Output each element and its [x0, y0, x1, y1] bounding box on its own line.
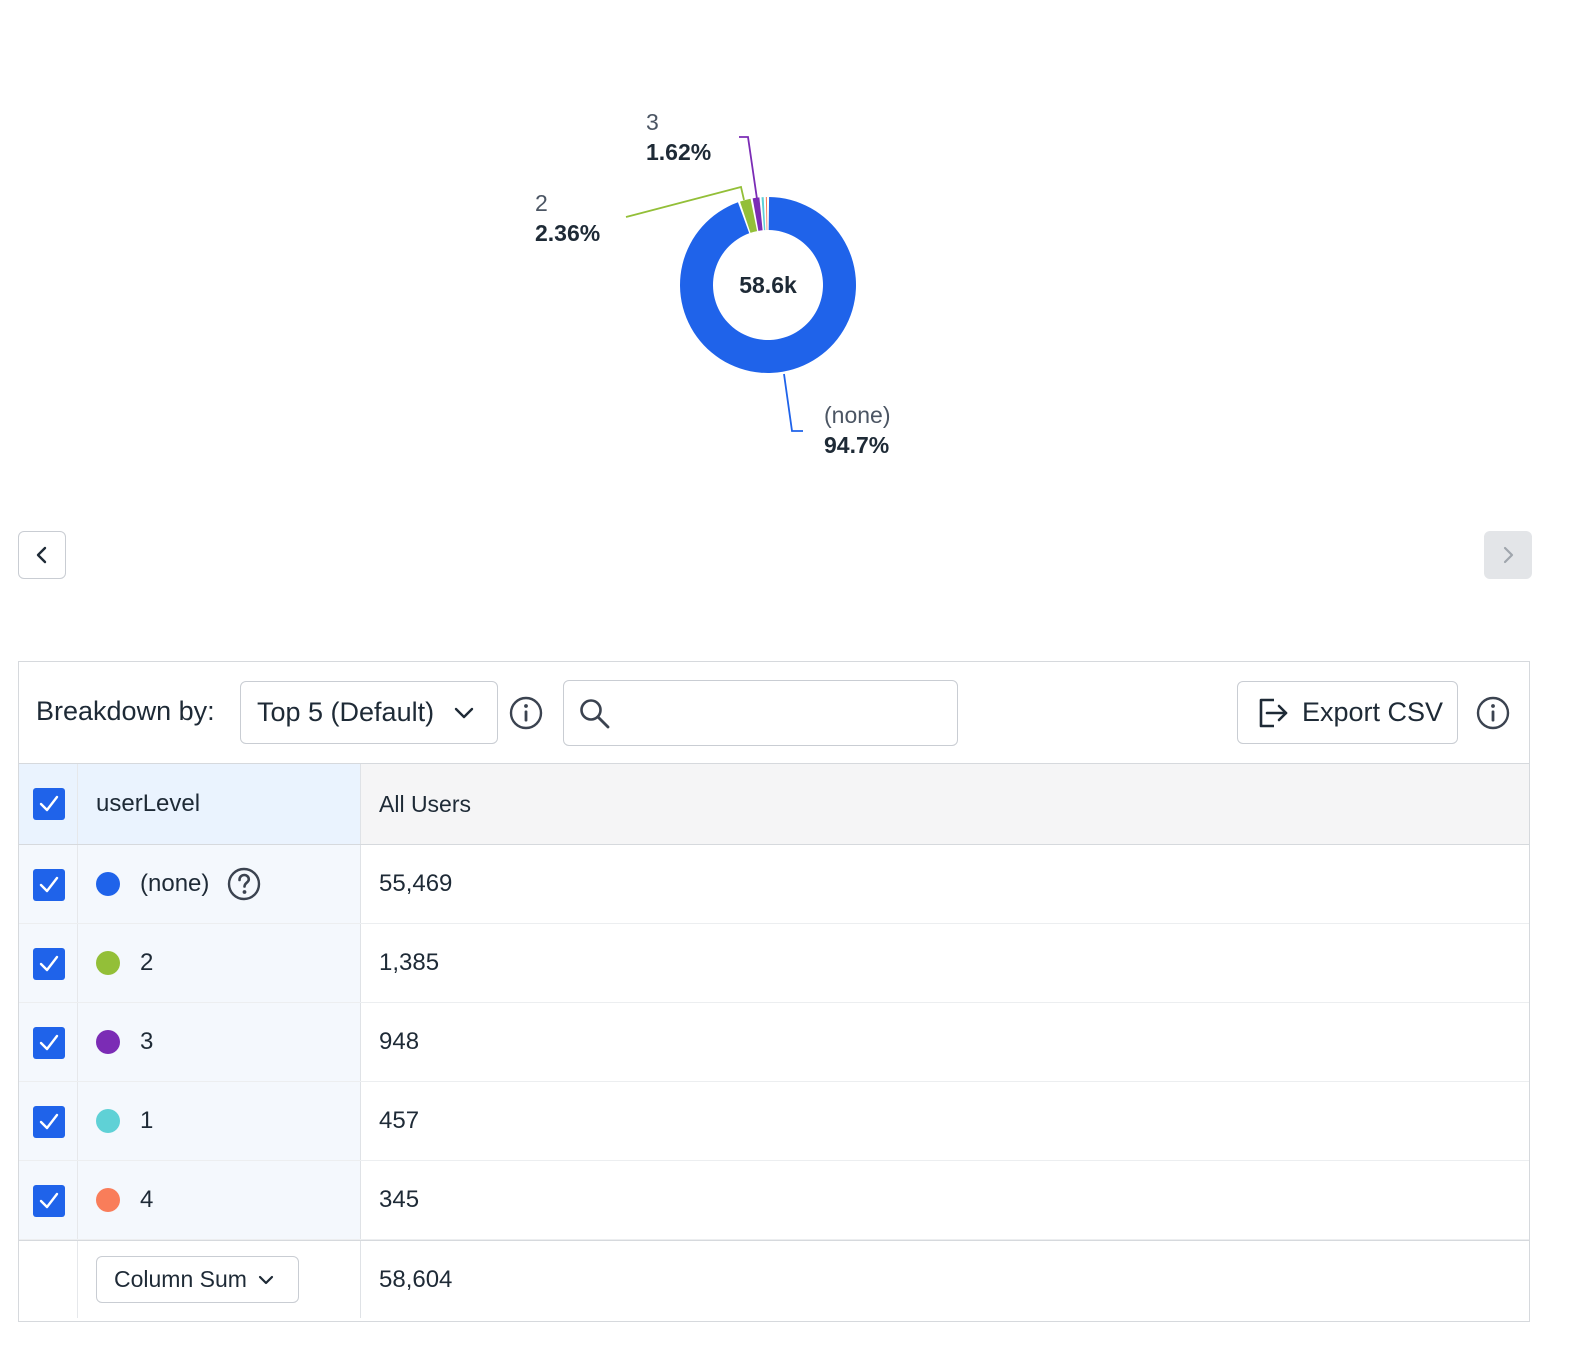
slice-leader-line [783, 373, 803, 432]
info-icon[interactable] [509, 696, 543, 730]
breakdown-toolbar: Breakdown by: Top 5 (Default) Export CSV [19, 662, 1529, 764]
select-all-checkbox[interactable] [33, 788, 65, 820]
slice-label-percent: 2.36% [535, 220, 600, 246]
export-icon [1259, 698, 1288, 728]
table-header-row: userLevel All Users [19, 764, 1529, 845]
row-label: (none) [140, 870, 210, 897]
check-icon [39, 1034, 59, 1051]
row-checkbox[interactable] [33, 1106, 65, 1138]
check-icon [39, 795, 59, 812]
breakdown-select[interactable]: Top 5 (Default) [240, 681, 498, 744]
chevron-down-icon [454, 707, 474, 719]
row-value: 1,385 [379, 949, 440, 976]
check-icon [39, 876, 59, 893]
row-value: 457 [379, 1107, 420, 1134]
column-header-dimension[interactable]: userLevel [78, 764, 361, 844]
table-row: 2 1,385 [19, 924, 1529, 1003]
series-color-dot [96, 872, 120, 896]
series-color-dot [96, 1188, 120, 1212]
slice-label-percent: 1.62% [646, 139, 711, 165]
info-icon[interactable] [1476, 696, 1510, 730]
row-value: 948 [379, 1028, 420, 1055]
export-csv-label: Export CSV [1302, 697, 1444, 727]
help-icon[interactable] [227, 867, 261, 901]
row-label: 3 [140, 1028, 154, 1055]
series-color-dot [96, 1030, 120, 1054]
row-checkbox[interactable] [33, 948, 65, 980]
aggregate-select[interactable]: Column Sum [96, 1256, 299, 1303]
footer-total-value: 58,604 [379, 1265, 453, 1293]
export-csv-button[interactable]: Export CSV [1237, 681, 1458, 744]
slice-label-name: 2 [535, 190, 548, 216]
chart-center-total: 58.6k [739, 272, 797, 298]
previous-button[interactable] [18, 531, 66, 579]
table-row: (none) 55,469 [19, 845, 1529, 924]
slice-label-percent: 94.7% [824, 432, 889, 458]
donut-slice[interactable] [765, 197, 768, 231]
row-value: 345 [379, 1186, 420, 1213]
table-row: 4 345 [19, 1161, 1529, 1240]
check-icon [39, 1113, 59, 1130]
row-checkbox[interactable] [33, 869, 65, 901]
series-color-dot [96, 951, 120, 975]
row-label: 1 [140, 1107, 154, 1134]
row-label: 2 [140, 949, 154, 976]
slice-label-name: 3 [646, 109, 659, 135]
check-icon [39, 955, 59, 972]
table-row: 1 457 [19, 1082, 1529, 1161]
row-checkbox[interactable] [33, 1027, 65, 1059]
table-footer-row: Column Sum 58,604 [19, 1240, 1529, 1318]
row-checkbox[interactable] [33, 1185, 65, 1217]
breakdown-panel: Breakdown by: Top 5 (Default) Export CSV [18, 661, 1530, 1322]
slice-label-name: (none) [824, 402, 890, 428]
search-icon [580, 699, 610, 729]
search-input[interactable] [624, 689, 944, 737]
donut-chart: (none) 94.7% 2 2.36% 3 1.62% 58.6k [535, 109, 890, 458]
column-header-metric[interactable]: All Users [361, 764, 1529, 844]
search-box[interactable] [563, 680, 958, 746]
series-color-dot [96, 1109, 120, 1133]
breakdown-table: userLevel All Users (none) 55,469 2 1,38… [19, 764, 1529, 1318]
aggregate-select-value: Column Sum [114, 1266, 247, 1292]
breakdown-label: Breakdown by: [36, 696, 215, 726]
chevron-down-icon [258, 1275, 274, 1285]
next-button[interactable] [1484, 531, 1532, 579]
row-value: 55,469 [379, 870, 453, 897]
row-label: 4 [140, 1186, 154, 1213]
check-icon [39, 1192, 59, 1209]
chevron-left-icon [36, 546, 47, 564]
breakdown-select-value: Top 5 (Default) [257, 697, 435, 727]
table-row: 3 948 [19, 1003, 1529, 1082]
chevron-right-icon [1503, 546, 1514, 564]
